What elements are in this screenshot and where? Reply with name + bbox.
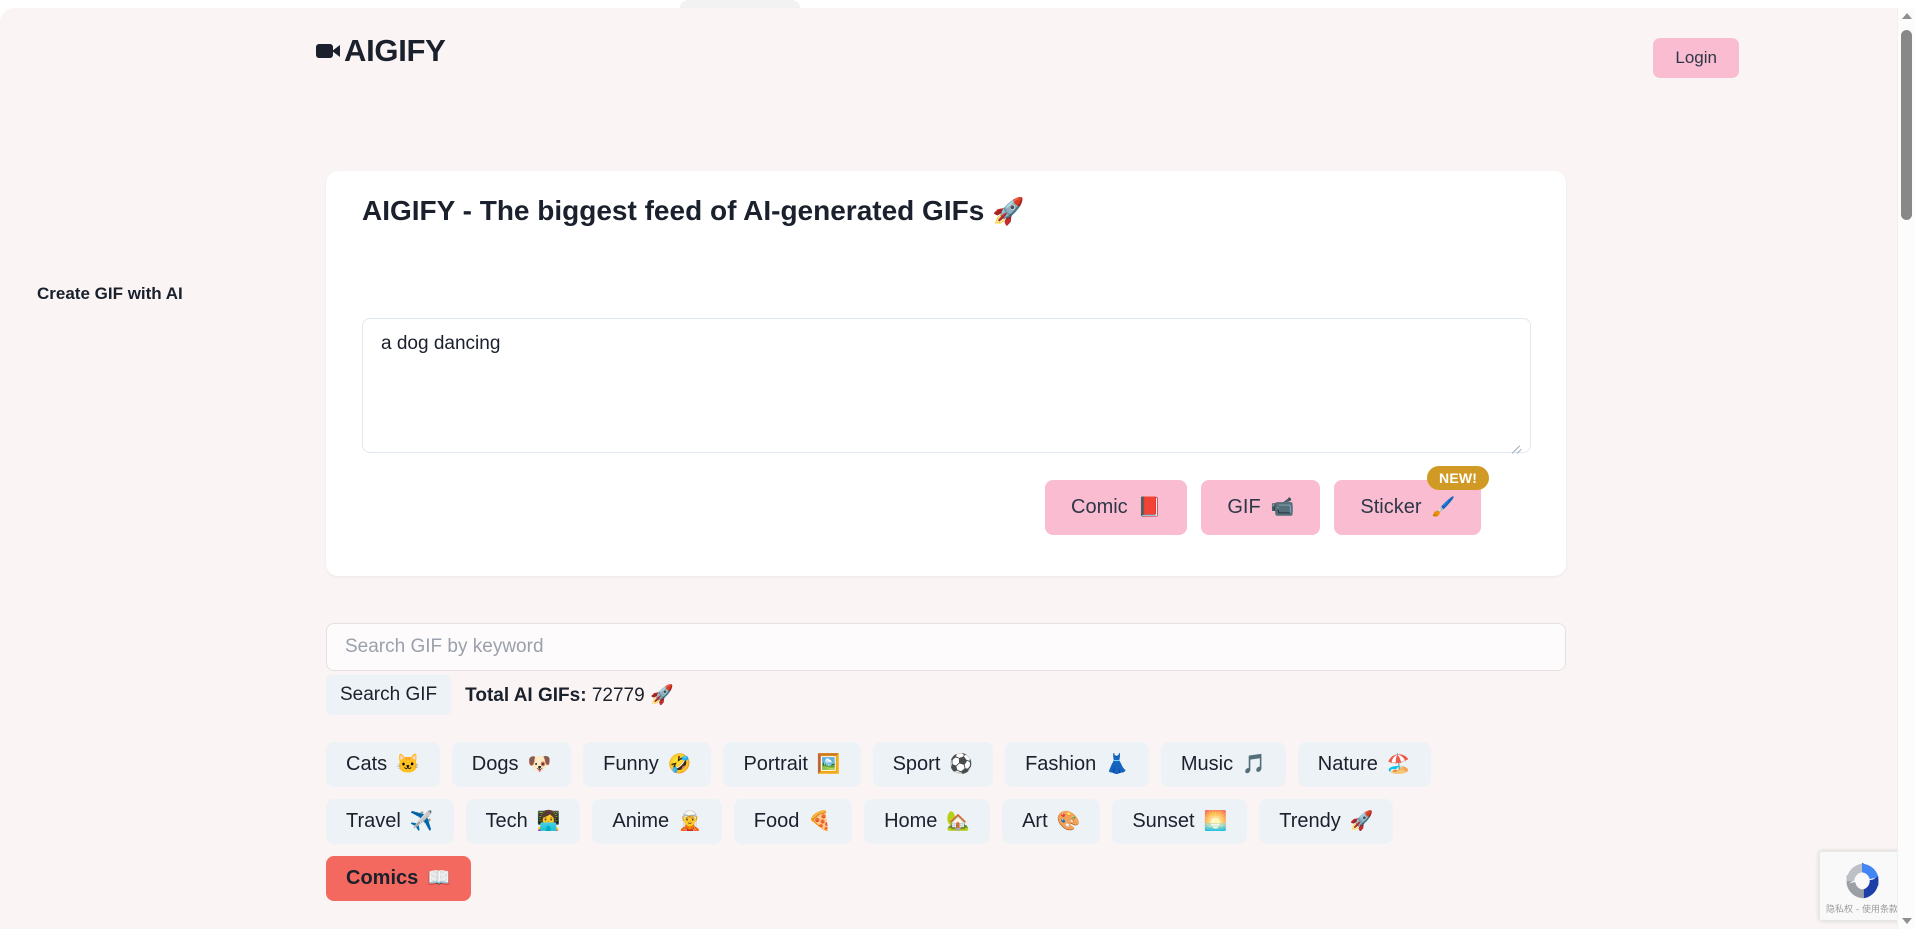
tag-label: Travel (346, 810, 401, 832)
page-scrollbar[interactable] (1897, 8, 1914, 929)
generate-action-row: Comic 📕 GIF 📹 Sticker 🖌️ NEW! (1045, 466, 1490, 535)
tag-row-3: Comics 📖 (326, 856, 1626, 901)
airplane-icon: ✈️ (409, 811, 434, 832)
scroll-down-arrow-icon[interactable] (1902, 918, 1912, 924)
tag-label: Home (884, 810, 938, 832)
tag-label: Art (1022, 810, 1048, 832)
tag-trendy[interactable]: Trendy 🚀 (1259, 799, 1394, 844)
dress-icon: 👗 (1105, 754, 1129, 775)
tag-music[interactable]: Music 🎵 (1160, 742, 1286, 787)
comic-button[interactable]: Comic 📕 (1045, 480, 1188, 535)
gif-button[interactable]: GIF 📹 (1201, 480, 1321, 535)
dog-icon: 🐶 (527, 754, 552, 775)
sticker-button-label: Sticker (1360, 496, 1422, 518)
tag-comics[interactable]: Comics 📖 (326, 856, 471, 901)
page-title: AIGIFY - The biggest feed of AI-generate… (362, 195, 1024, 227)
tag-label: Nature (1317, 753, 1378, 775)
book-icon: 📕 (1137, 497, 1162, 518)
tag-row-1: Cats 🐱 Dogs 🐶 Funny 🤣 Portrait 🖼️ Sport ⚽ Fas… (326, 742, 1626, 787)
tag-label: Funny (603, 753, 659, 775)
new-badge: NEW! (1427, 466, 1490, 491)
page-viewport: AIGIFY Login AIGIFY - The biggest feed o… (0, 8, 1914, 929)
rocket-icon: 🚀 (649, 685, 674, 706)
tag-travel[interactable]: Travel ✈️ (326, 799, 454, 844)
prompt-input[interactable] (362, 318, 1531, 453)
tag-label: Tech (485, 810, 528, 832)
rocket-icon: 🚀 (1349, 811, 1374, 832)
tag-label: Dogs (471, 753, 519, 775)
tag-label: Cats (346, 753, 388, 775)
video-camera-icon: 📹 (1270, 497, 1295, 518)
search-controls-row: Search GIF Total AI GIFs: 72779 🚀 (326, 675, 674, 715)
gif-button-label: GIF (1227, 496, 1261, 518)
soccer-ball-icon: ⚽ (949, 754, 974, 775)
tag-home[interactable]: Home 🏡 (864, 799, 991, 844)
category-tag-list: Cats 🐱 Dogs 🐶 Funny 🤣 Portrait 🖼️ Sport ⚽ Fas… (326, 742, 1626, 913)
total-gifs-label: Total AI GIFs: (465, 685, 587, 706)
login-button[interactable]: Login (1653, 38, 1739, 78)
laughing-face-icon: 🤣 (667, 754, 692, 775)
total-gifs-counter: Total AI GIFs: 72779 🚀 (465, 683, 673, 707)
pizza-icon: 🍕 (808, 811, 833, 832)
site-logo[interactable]: AIGIFY (316, 35, 446, 66)
prompt-field-label: Create GIF with AI (37, 284, 183, 303)
rocket-icon: 🚀 (992, 196, 1025, 226)
open-book-icon: 📖 (427, 868, 451, 889)
palette-icon: 🎨 (1056, 811, 1081, 832)
tag-label: Portrait (743, 753, 808, 775)
tag-tech[interactable]: Tech 👩‍💻 (465, 799, 581, 844)
tag-food[interactable]: Food 🍕 (733, 799, 853, 844)
tag-label: Anime (612, 810, 670, 832)
logo-text: AIGIFY (344, 33, 446, 68)
recaptcha-terms-text[interactable]: 隐私权 - 使用条款 (1820, 902, 1904, 915)
browser-tab-stub (680, 0, 800, 8)
tag-cats[interactable]: Cats 🐱 (326, 742, 440, 787)
tag-sunset[interactable]: Sunset 🌅 (1112, 799, 1248, 844)
tag-label: Trendy (1279, 810, 1341, 832)
search-gif-button[interactable]: Search GIF (326, 675, 452, 715)
site-header: AIGIFY Login (0, 8, 1890, 100)
tag-label: Comics (346, 867, 419, 889)
framed-picture-icon: 🖼️ (816, 754, 841, 775)
sunrise-icon: 🌅 (1203, 811, 1228, 832)
total-gifs-count: 72779 (591, 685, 645, 706)
paintbrush-icon: 🖌️ (1431, 497, 1456, 518)
tag-label: Sunset (1132, 810, 1195, 832)
elf-icon: 🧝 (678, 811, 702, 832)
tag-nature[interactable]: Nature 🏖️ (1297, 742, 1431, 787)
tag-anime[interactable]: Anime 🧝 (592, 799, 722, 844)
technologist-icon: 👩‍💻 (536, 811, 561, 832)
browser-top-strip (0, 0, 1914, 8)
house-icon: 🏡 (946, 811, 971, 832)
search-input[interactable] (326, 623, 1566, 671)
music-note-icon: 🎵 (1242, 754, 1266, 775)
cat-icon: 🐱 (396, 754, 420, 775)
comic-button-label: Comic (1071, 496, 1128, 518)
video-camera-icon (316, 40, 342, 62)
tag-label: Fashion (1025, 753, 1097, 775)
page-title-text: AIGIFY - The biggest feed of AI-generate… (362, 195, 985, 226)
tag-funny[interactable]: Funny 🤣 (583, 742, 712, 787)
scroll-up-arrow-icon[interactable] (1902, 13, 1912, 19)
tag-portrait[interactable]: Portrait 🖼️ (723, 742, 861, 787)
recaptcha-icon (1846, 862, 1879, 899)
recaptcha-badge[interactable]: 隐私权 - 使用条款 (1819, 851, 1905, 921)
tag-fashion[interactable]: Fashion 👗 (1005, 742, 1149, 787)
sticker-button[interactable]: Sticker 🖌️ NEW! (1334, 466, 1490, 535)
tag-dogs[interactable]: Dogs 🐶 (451, 742, 572, 787)
tag-art[interactable]: Art 🎨 (1002, 799, 1101, 844)
beach-icon: 🏖️ (1386, 754, 1411, 775)
tag-label: Music (1180, 753, 1234, 775)
scrollbar-thumb[interactable] (1901, 30, 1912, 220)
tag-label: Food (753, 810, 800, 832)
tag-sport[interactable]: Sport ⚽ (872, 742, 994, 787)
tag-row-2: Travel ✈️ Tech 👩‍💻 Anime 🧝 Food 🍕 Home 🏡 Art 🎨… (326, 799, 1626, 844)
tag-label: Sport (892, 753, 941, 775)
